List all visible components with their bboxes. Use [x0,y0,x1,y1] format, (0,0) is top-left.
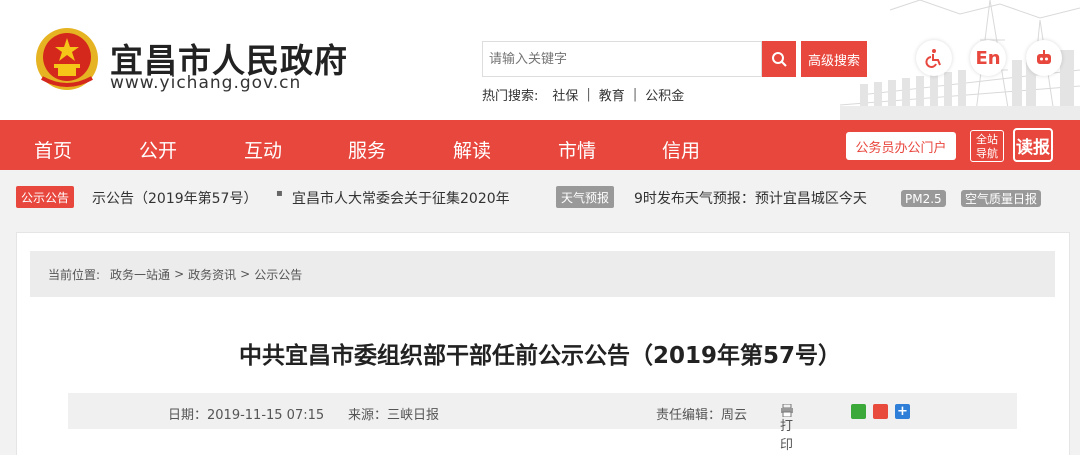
nav-item-service[interactable]: 服务 [348,136,386,163]
breadcrumb-sep: > [240,267,251,281]
site-header: 宜昌市人民政府 www.yichang.gov.cn 高级搜索 热门搜索: 社保… [0,0,1080,120]
breadcrumb-sep: > [174,267,185,281]
breadcrumb: 当前位置: 政务一站通 > 政务资讯 > 公示公告 [30,251,1055,297]
weather-ticker-text[interactable]: 9时发布天气预报：预计宜昌城区今天 [634,188,894,208]
article-editor: 责任编辑：周云 [656,408,748,423]
article-title: 中共宜昌市委组织部干部任前公示公告（2019年第57号） [238,343,842,369]
more-share-icon[interactable]: + [895,404,910,419]
national-emblem-icon [36,28,98,90]
breadcrumb-item[interactable]: 公示公告 [254,266,302,283]
notice-tag: 公示公告 [16,186,75,208]
site-guide-line1: 全站 [976,133,998,146]
hot-search-item[interactable]: 社保 [552,85,578,104]
weather-tag: 天气预报 [556,186,615,208]
breadcrumb-item[interactable]: 政务一站通 [110,266,170,283]
weibo-share-icon[interactable] [873,404,888,419]
hot-search: 热门搜索: 社保 | 教育 | 公积金 [482,85,684,104]
hot-sep: | [632,87,638,102]
robot-button[interactable] [1026,40,1062,76]
breadcrumb-label: 当前位置: [48,267,101,282]
nav-item-city[interactable]: 市情 [558,136,596,163]
accessibility-button[interactable] [916,40,952,76]
article-date: 日期：2019-11-15 07:15 [168,408,325,423]
print-label: 打印 [780,419,794,453]
nav-item-interpret[interactable]: 解读 [453,136,491,163]
accessibility-icon [925,49,941,68]
nav-item-credit[interactable]: 信用 [662,136,700,163]
nav-item-home[interactable]: 首页 [34,136,72,163]
search-input[interactable] [482,41,762,77]
hot-search-item[interactable]: 教育 [599,85,625,104]
robot-icon [1037,50,1051,64]
pm25-badge[interactable]: PM2.5 [901,190,946,207]
air-quality-badge[interactable]: 空气质量日报 [961,190,1042,207]
notice-ticker-text[interactable]: 示公告（2019年第57号） [92,188,262,208]
civil-servant-portal-button[interactable]: 公务员办公门户 [846,132,956,160]
read-aloud-button[interactable]: 读报 [1013,128,1053,162]
print-button[interactable]: 打印 [780,404,796,453]
hot-search-label: 热门搜索: [482,89,539,104]
search-icon [772,52,787,67]
hot-search-item[interactable]: 公积金 [645,85,684,104]
site-guide-button[interactable]: 全站 导航 [970,130,1004,162]
hot-sep: | [586,87,591,102]
site-url: www.yichang.gov.cn [110,73,302,93]
nav-item-interact[interactable]: 互动 [244,136,282,163]
breadcrumb-item[interactable]: 政务资讯 [188,266,236,283]
notice-ticker-text[interactable]: 宜昌市人大常委会关于征集2020年 [292,188,530,208]
site-guide-line2: 导航 [976,147,998,160]
wechat-share-icon[interactable] [851,404,866,419]
ticker-bullet: ▪ [276,188,283,199]
nav-item-open[interactable]: 公开 [139,136,177,163]
article-source: 来源：三峡日报 [348,408,440,423]
advanced-search-button[interactable]: 高级搜索 [801,41,867,77]
english-button[interactable]: En [970,40,1006,76]
search-button[interactable] [762,41,796,77]
